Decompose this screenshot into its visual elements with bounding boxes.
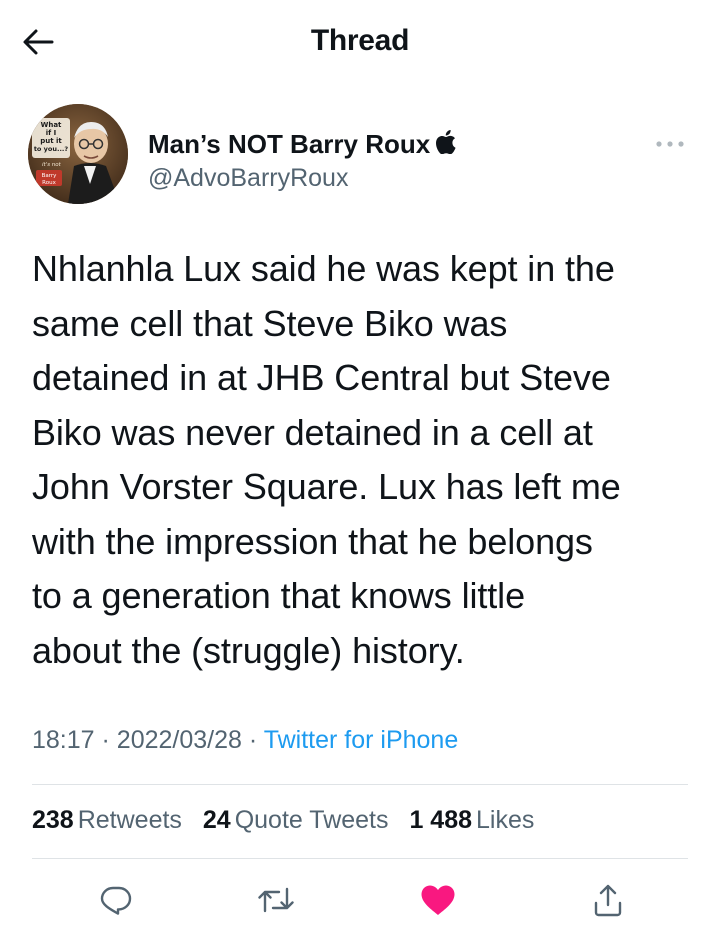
share-icon [594,884,622,917]
tweet-stats: 238 Retweets 24 Quote Tweets 1 488 Likes [32,806,548,835]
action-bar [32,868,688,928]
handle[interactable]: @AdvoBarryRoux [148,161,456,195]
svg-text:it's not: it's not [42,162,62,168]
svg-text:to you...?: to you...? [34,145,69,153]
meta-separator: · [248,726,258,754]
meta-separator: · [101,726,110,754]
top-bar: Thread [0,0,720,84]
like-button[interactable] [416,878,460,922]
avatar[interactable]: What if I put it to you...? it's not Bar… [28,104,128,204]
author-names: Man’s NOT Barry Roux @AdvoBarryRoux [148,128,456,195]
retweet-icon [258,887,294,913]
tweet-date[interactable]: 2022/03/28 [117,726,242,754]
tweet-meta: 18:17 · 2022/03/28 · Twitter for iPhone [32,726,458,755]
divider [32,858,688,859]
tweet-text: Nhlanhla Lux said he was kept in the sam… [32,248,621,671]
share-button[interactable] [586,878,630,922]
retweet-button[interactable] [254,878,298,922]
reply-button[interactable] [94,878,138,922]
tweet-time[interactable]: 18:17 [32,726,95,754]
apple-icon [436,129,456,161]
tweet-source-link[interactable]: Twitter for iPhone [264,726,459,754]
avatar-image: What if I put it to you...? it's not Bar… [28,104,128,204]
more-options-button[interactable] [648,122,692,166]
more-icon [656,141,684,147]
heart-icon [421,885,455,915]
page-title: Thread [310,24,410,57]
svg-text:Barry: Barry [42,173,58,179]
retweets-label: Retweets [77,806,182,834]
divider [32,784,688,785]
retweets-count: 238 [32,806,74,834]
display-name[interactable]: Man’s NOT Barry Roux [148,129,430,159]
quote-tweets-count: 24 [202,806,231,834]
likes-stat[interactable]: 1 488 Likes [409,806,534,835]
retweets-stat[interactable]: 238 Retweets [32,806,182,835]
svg-text:put it: put it [40,137,62,145]
quote-tweets-stat[interactable]: 24 Quote Tweets [203,806,389,835]
likes-count: 1 488 [409,806,473,834]
tweet-author: What if I put it to you...? it's not Bar… [28,104,692,214]
quote-tweets-label: Quote Tweets [234,806,389,834]
svg-text:What: What [41,121,62,129]
svg-text:Roux: Roux [42,180,56,186]
svg-text:if I: if I [46,129,57,137]
likes-label: Likes [476,806,535,834]
reply-icon [100,886,132,915]
